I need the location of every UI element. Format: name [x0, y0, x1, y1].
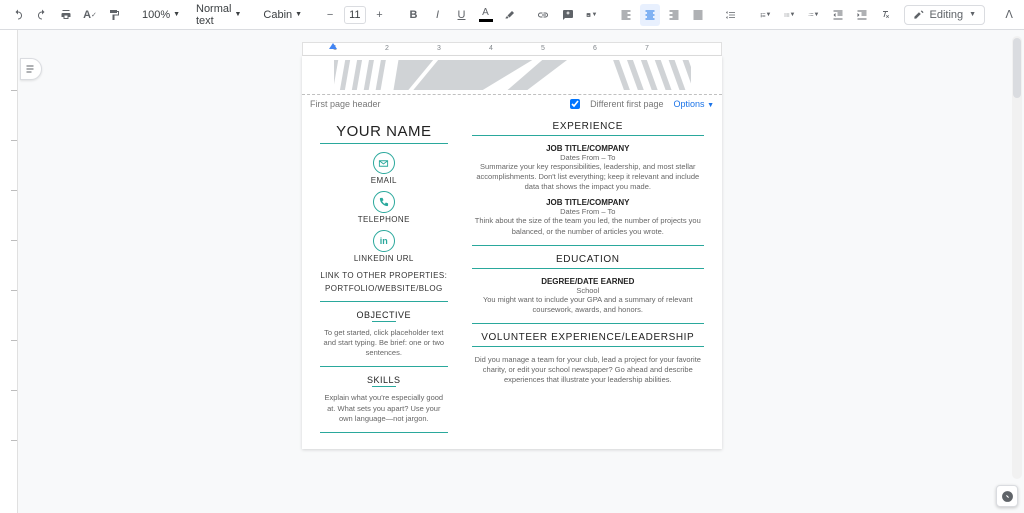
- insert-link-button[interactable]: [534, 4, 554, 26]
- pencil-icon: [913, 9, 924, 20]
- outline-icon: [25, 63, 37, 75]
- toolbar: A✓ 100%▼ Normal text▼ Cabin▼ − 11 + B I …: [0, 0, 1024, 30]
- increase-indent-button[interactable]: [852, 4, 872, 26]
- scrollbar-thumb[interactable]: [1013, 38, 1021, 98]
- text-color-button[interactable]: A: [476, 4, 496, 26]
- resume-name[interactable]: YOUR NAME: [320, 123, 448, 140]
- highlight-button[interactable]: [500, 4, 520, 26]
- undo-button[interactable]: [8, 4, 28, 26]
- font-size-decrease[interactable]: −: [320, 4, 340, 26]
- volunteer-heading[interactable]: VOLUNTEER EXPERIENCE/LEADERSHIP: [472, 332, 704, 343]
- editing-mode-label: Editing: [930, 9, 964, 21]
- vertical-scrollbar[interactable]: [1012, 36, 1022, 479]
- job2-title[interactable]: JOB TITLE/COMPANY: [472, 198, 704, 207]
- header-decoration: [302, 56, 722, 94]
- header-options-bar: First page header Different first page O…: [302, 94, 722, 113]
- vertical-ruler: [0, 30, 18, 513]
- links-label-2[interactable]: PORTFOLIO/WEBSITE/BLOG: [320, 284, 448, 293]
- numbered-list-button[interactable]: ▼: [804, 4, 824, 26]
- volunteer-text[interactable]: Did you manage a team for your club, lea…: [472, 355, 704, 385]
- clear-formatting-button[interactable]: [876, 4, 896, 26]
- editing-mode-button[interactable]: Editing ▼: [904, 5, 986, 25]
- indent-marker-left[interactable]: [329, 41, 337, 49]
- zoom-select[interactable]: 100%▼: [138, 7, 178, 23]
- horizontal-ruler[interactable]: 1 2 3 4 5 6 7: [302, 42, 722, 56]
- align-right-button[interactable]: [664, 4, 684, 26]
- different-first-page-checkbox[interactable]: [570, 99, 580, 109]
- resume-left-column[interactable]: YOUR NAME EMAIL TELEPHONE in LINKEDIN UR…: [302, 113, 462, 449]
- job2-text[interactable]: Think about the size of the team you led…: [472, 216, 704, 236]
- explore-icon: [1001, 490, 1014, 503]
- telephone-icon: [373, 191, 395, 213]
- document-canvas: 1 2 3 4 5 6 7: [0, 30, 1024, 513]
- skills-text[interactable]: Explain what you're especially good at. …: [320, 393, 448, 423]
- skills-heading[interactable]: SKILLS: [320, 375, 448, 385]
- paragraph-style-select[interactable]: Normal text▼: [192, 1, 245, 29]
- email-icon: [373, 152, 395, 174]
- objective-text[interactable]: To get started, click placeholder text a…: [320, 328, 448, 358]
- school-label[interactable]: School: [472, 286, 704, 295]
- document-page[interactable]: First page header Different first page O…: [302, 56, 722, 449]
- different-first-page-label: Different first page: [590, 99, 663, 109]
- checklist-button[interactable]: ▼: [756, 4, 776, 26]
- line-spacing-button[interactable]: [722, 4, 742, 26]
- email-label[interactable]: EMAIL: [320, 176, 448, 185]
- degree-title[interactable]: DEGREE/DATE EARNED: [472, 277, 704, 286]
- explore-button[interactable]: [996, 485, 1018, 507]
- font-select[interactable]: Cabin▼: [259, 7, 306, 23]
- print-button[interactable]: [56, 4, 76, 26]
- first-page-header-label: First page header: [310, 99, 381, 109]
- spellcheck-button[interactable]: A✓: [80, 4, 100, 26]
- insert-image-button[interactable]: ▼: [582, 4, 602, 26]
- job1-title[interactable]: JOB TITLE/COMPANY: [472, 144, 704, 153]
- linkedin-icon: in: [373, 230, 395, 252]
- document-outline-button[interactable]: [20, 58, 42, 80]
- experience-heading[interactable]: EXPERIENCE: [472, 121, 704, 132]
- bulleted-list-button[interactable]: ▼: [780, 4, 800, 26]
- objective-heading[interactable]: OBJECTIVE: [320, 310, 448, 320]
- collapse-toolbar-button[interactable]: ᐱ: [999, 4, 1019, 26]
- education-text[interactable]: You might want to include your GPA and a…: [472, 295, 704, 315]
- decrease-indent-button[interactable]: [828, 4, 848, 26]
- underline-button[interactable]: U: [452, 4, 472, 26]
- redo-button[interactable]: [32, 4, 52, 26]
- font-size-input[interactable]: 11: [344, 6, 365, 24]
- paint-format-button[interactable]: [104, 4, 124, 26]
- job1-text[interactable]: Summarize your key responsibilities, lea…: [472, 162, 704, 192]
- job2-dates[interactable]: Dates From – To: [472, 207, 704, 216]
- align-center-button[interactable]: [640, 4, 660, 26]
- links-label-1[interactable]: LINK TO OTHER PROPERTIES:: [320, 271, 448, 280]
- telephone-label[interactable]: TELEPHONE: [320, 215, 448, 224]
- italic-button[interactable]: I: [428, 4, 448, 26]
- linkedin-label[interactable]: LINKEDIN URL: [320, 254, 448, 263]
- header-options-button[interactable]: Options ▼: [674, 99, 714, 109]
- add-comment-button[interactable]: [558, 4, 578, 26]
- font-size-increase[interactable]: +: [370, 4, 390, 26]
- education-heading[interactable]: EDUCATION: [472, 254, 704, 265]
- align-left-button[interactable]: [616, 4, 636, 26]
- resume-right-column[interactable]: EXPERIENCE JOB TITLE/COMPANY Dates From …: [462, 113, 722, 449]
- job1-dates[interactable]: Dates From – To: [472, 153, 704, 162]
- bold-button[interactable]: B: [404, 4, 424, 26]
- align-justify-button[interactable]: [688, 4, 708, 26]
